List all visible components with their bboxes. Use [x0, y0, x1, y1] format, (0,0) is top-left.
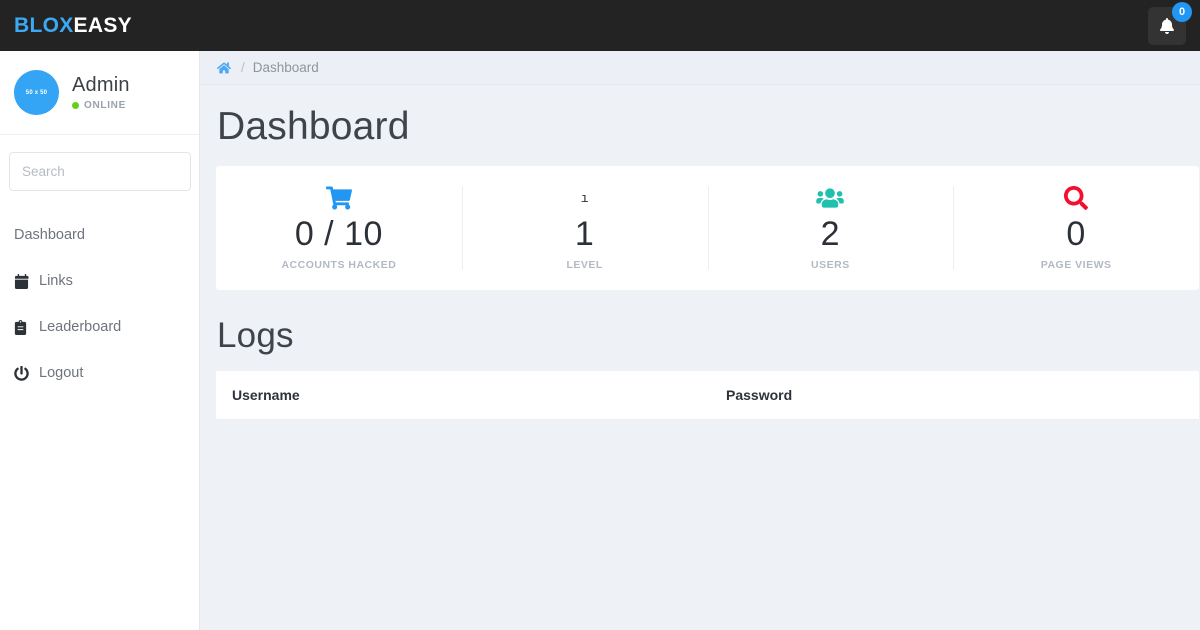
sidebar-item-logout[interactable]: Logout — [0, 350, 199, 396]
calendar-icon — [14, 273, 31, 289]
stat-label-accounts-hacked: ACCOUNTS HACKED — [281, 258, 397, 271]
search-magnifier-icon — [1064, 185, 1089, 211]
column-header-username[interactable]: Username — [216, 371, 726, 420]
main-content: / Dashboard Dashboard 0 / 10 ACCOUNTS HA… — [200, 51, 1200, 630]
missing-glyph-icon: ı — [581, 185, 589, 211]
table-header-row: Username Password — [216, 371, 1199, 420]
clipboard-icon — [14, 319, 31, 335]
brand-logo-part2: EASY — [73, 14, 132, 37]
breadcrumb-current: Dashboard — [252, 60, 319, 75]
sidebar-item-leaderboard[interactable]: Leaderboard — [0, 304, 199, 350]
sidebar-item-label-links: Links — [39, 273, 73, 289]
logs-table: Username Password — [216, 371, 1199, 420]
missing-glyph-text: ı — [580, 190, 589, 206]
brand-logo[interactable]: BLOXEASY — [0, 15, 132, 36]
stat-value-users: 2 — [820, 215, 841, 254]
sidebar-item-dashboard[interactable]: Dashboard — [0, 212, 199, 258]
users-icon — [816, 185, 845, 211]
logs-table-head: Username Password — [216, 371, 1199, 420]
profile-meta: Admin ONLINE — [72, 74, 130, 111]
stat-label-page-views: PAGE VIEWS — [1040, 258, 1112, 271]
home-icon[interactable] — [217, 61, 231, 75]
sidebar-item-links[interactable]: Links — [0, 258, 199, 304]
avatar-placeholder-text: 50 x 50 — [25, 89, 48, 96]
sidebar-item-label-logout: Logout — [39, 365, 84, 381]
power-icon — [14, 365, 31, 381]
search-input[interactable] — [9, 152, 191, 191]
bell-icon — [1159, 17, 1175, 34]
logs-section-title: Logs — [217, 316, 294, 355]
sidebar-item-label-dashboard: Dashboard — [14, 227, 85, 243]
search-container — [0, 135, 199, 191]
status-label: ONLINE — [84, 99, 126, 111]
stat-label-level: LEVEL — [566, 258, 603, 271]
online-dot-icon — [72, 101, 79, 109]
breadcrumb-separator: / — [241, 60, 245, 75]
stat-label-users: USERS — [811, 258, 850, 271]
stat-value-page-views: 0 — [1066, 215, 1086, 254]
sidebar-item-label-leaderboard: Leaderboard — [39, 319, 122, 335]
stat-value-accounts-hacked: 0 / 10 — [294, 215, 383, 254]
logs-table-card: Username Password — [216, 371, 1199, 420]
page-title: Dashboard — [217, 105, 410, 148]
column-header-password[interactable]: Password — [726, 371, 1199, 420]
breadcrumb: / Dashboard — [200, 51, 1200, 85]
stats-card: 0 / 10 ACCOUNTS HACKED ı 1 LEVEL 2 USERS — [216, 166, 1199, 290]
stat-page-views: 0 PAGE VIEWS — [953, 166, 1199, 290]
stat-accounts-hacked: 0 / 10 ACCOUNTS HACKED — [216, 166, 462, 290]
avatar: 50 x 50 — [14, 70, 59, 115]
stat-value-level: 1 — [574, 215, 595, 254]
profile-name: Admin — [72, 74, 130, 97]
sidebar-nav: Dashboard Links Leaderboard Logout — [0, 191, 199, 396]
user-profile[interactable]: 50 x 50 Admin ONLINE — [0, 51, 199, 135]
brand-logo-part1: BLOX — [14, 14, 74, 37]
status-badge: ONLINE — [72, 100, 130, 111]
notifications-badge: 0 — [1172, 1, 1192, 22]
stat-users: 2 USERS — [707, 166, 954, 290]
sidebar: 50 x 50 Admin ONLINE Dashboard Links — [0, 51, 200, 630]
top-navbar: BLOXEASY 0 — [0, 0, 1200, 51]
notifications-button[interactable]: 0 — [1148, 1, 1192, 45]
shopping-cart-icon — [325, 185, 352, 211]
stat-level: ı 1 LEVEL — [461, 166, 708, 290]
